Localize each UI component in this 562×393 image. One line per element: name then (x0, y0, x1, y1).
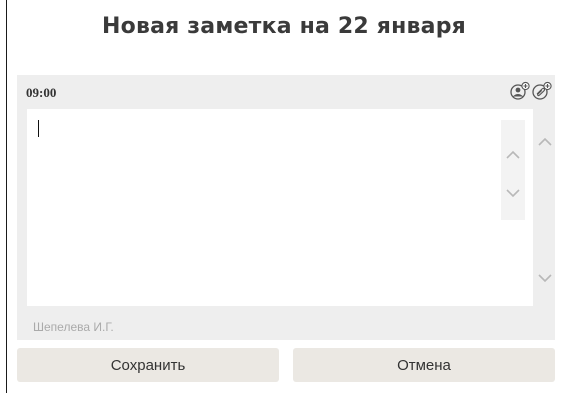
dialog-title: Новая заметка на 22 января (102, 14, 466, 39)
add-user-icon[interactable] (510, 81, 531, 102)
chevron-down-icon[interactable] (501, 181, 525, 205)
attach-icon[interactable] (532, 81, 553, 102)
note-panel: 09:00 Шепелева И.Г. (17, 75, 555, 340)
note-dialog: Новая заметка на 22 января 09:00 Шепелев… (0, 0, 562, 393)
note-author: Шепелева И.Г. (33, 320, 114, 334)
note-toolbar (510, 80, 553, 102)
chevron-up-icon[interactable] (501, 142, 525, 166)
note-time: 09:00 (26, 85, 57, 100)
window-border (6, 0, 7, 393)
chevron-up-icon[interactable] (533, 129, 557, 153)
note-editor[interactable] (27, 109, 533, 306)
inner-scrollbar[interactable] (501, 120, 525, 220)
text-caret (38, 120, 39, 137)
note-text-input[interactable] (35, 119, 499, 303)
cancel-button[interactable]: Отмена (293, 348, 555, 382)
outer-scrollbar[interactable] (533, 109, 555, 306)
save-button[interactable]: Сохранить (17, 348, 279, 382)
chevron-down-icon[interactable] (533, 266, 557, 290)
